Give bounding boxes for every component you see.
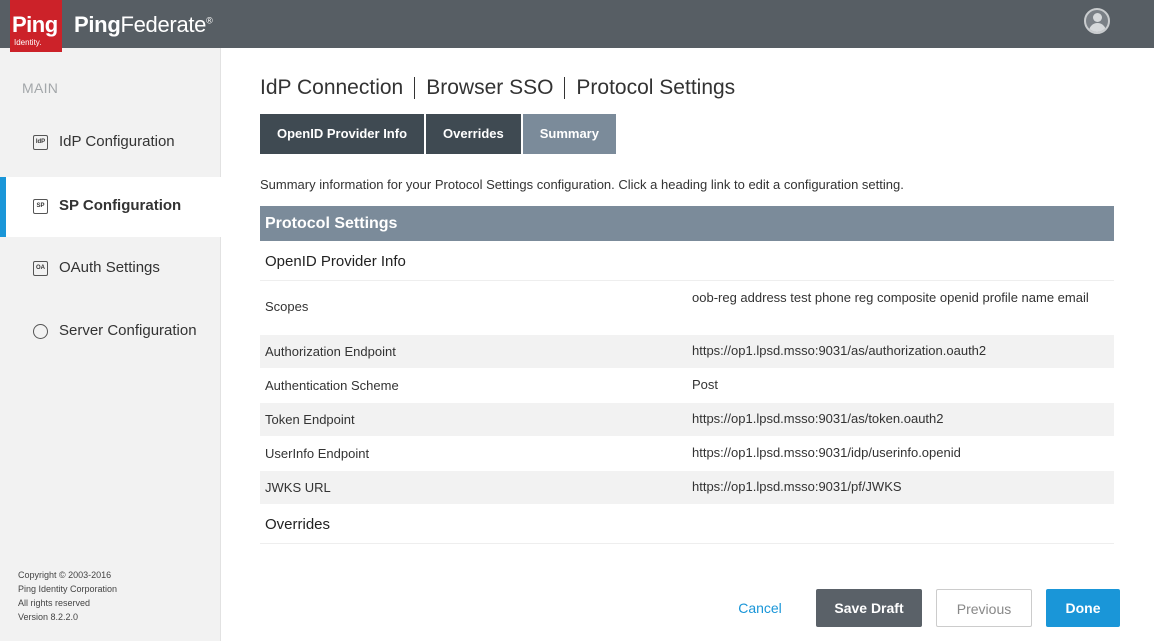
logo-identity-text: Identity. — [14, 38, 42, 47]
done-button[interactable]: Done — [1046, 589, 1120, 627]
table-row: Scopes oob-reg address test phone reg co… — [260, 282, 1114, 334]
row-value: Post — [692, 377, 719, 392]
row-value: https://op1.lpsd.msso:9031/pf/JWKS — [692, 479, 902, 494]
tab-summary[interactable]: Summary — [522, 114, 616, 154]
sidebar-item-label: OAuth Settings — [59, 259, 160, 276]
brand-ping: Ping — [74, 12, 121, 37]
previous-button[interactable]: Previous — [936, 589, 1032, 627]
idp-icon: IdP — [33, 135, 48, 150]
brand-mark: ® — [206, 15, 213, 26]
footer-version: Version 8.2.2.0 — [18, 612, 79, 622]
breadcrumb-separator — [414, 77, 416, 99]
page-title-breadcrumb: IdP Connection Browser SSO Protocol Sett… — [260, 76, 735, 100]
sidebar: MAIN IdP IdP Configuration SP SP Configu… — [0, 48, 231, 641]
row-key: UserInfo Endpoint — [265, 446, 370, 461]
avatar-body — [1089, 23, 1106, 32]
row-key: Scopes — [265, 299, 309, 314]
tab-openid-provider-info[interactable]: OpenID Provider Info — [260, 114, 425, 154]
tab-overrides[interactable]: Overrides — [426, 114, 521, 154]
save-draft-button[interactable]: Save Draft — [816, 589, 922, 627]
row-key: Authorization Endpoint — [265, 344, 396, 359]
product-name: PingFederate® — [74, 12, 213, 38]
intro-text: Summary information for your Protocol Se… — [260, 177, 904, 192]
sp-icon: SP — [33, 199, 48, 214]
table-row: JWKS URL https://op1.lpsd.msso:9031/pf/J… — [260, 471, 1114, 504]
sidebar-section-label: MAIN — [22, 80, 59, 96]
logo-ping-text: Ping — [12, 12, 58, 37]
oauth-icon: OA — [33, 261, 48, 276]
breadcrumb-protocol-settings: Protocol Settings — [576, 76, 736, 99]
group-openid-provider-info-link[interactable]: OpenID Provider Info — [260, 243, 1114, 281]
footer-copyright: Copyright © 2003-2016 — [18, 570, 112, 580]
table-row: Authentication Scheme Post — [260, 369, 1114, 402]
row-value: https://op1.lpsd.msso:9031/idp/userinfo.… — [692, 445, 961, 460]
section-protocol-settings: Protocol Settings — [260, 206, 1114, 241]
avatar-head — [1093, 13, 1102, 22]
row-value: https://op1.lpsd.msso:9031/as/token.oaut… — [692, 411, 944, 426]
sidebar-item-label: Server Configuration — [59, 322, 197, 339]
row-key: Authentication Scheme — [265, 378, 399, 393]
row-key: Token Endpoint — [265, 412, 355, 427]
breadcrumb-idp-connection: IdP Connection — [260, 76, 404, 99]
user-avatar-icon[interactable] — [1084, 8, 1110, 34]
table-row: UserInfo Endpoint https://op1.lpsd.msso:… — [260, 437, 1114, 470]
table-row: Token Endpoint https://op1.lpsd.msso:903… — [260, 403, 1114, 436]
breadcrumb-separator — [564, 77, 566, 99]
row-key: JWKS URL — [265, 480, 331, 495]
sidebar-item-oauth-settings[interactable]: OA OAuth Settings — [0, 239, 221, 299]
top-bar: Ping Identity. PingFederate® — [0, 0, 1154, 52]
table-row: Authorization Endpoint https://op1.lpsd.… — [260, 335, 1114, 368]
sidebar-footer: Copyright © 2003-2016 Ping Identity Corp… — [18, 568, 117, 624]
breadcrumb-browser-sso: Browser SSO — [426, 76, 554, 99]
row-value: https://op1.lpsd.msso:9031/as/authorizat… — [692, 343, 987, 358]
cancel-button[interactable]: Cancel — [730, 589, 790, 627]
ping-identity-logo[interactable]: Ping Identity. — [10, 0, 62, 52]
footer-rights: All rights reserved — [18, 598, 91, 608]
row-value: oob-reg address test phone reg composite… — [692, 290, 1089, 305]
footer-company: Ping Identity Corporation — [18, 584, 118, 594]
sidebar-item-label: IdP Configuration — [59, 133, 175, 150]
sidebar-item-sp-configuration[interactable]: SP SP Configuration — [0, 177, 231, 237]
tab-bar: OpenID Provider Info Overrides Summary — [260, 114, 618, 154]
group-overrides-link[interactable]: Overrides — [260, 506, 1114, 544]
brand-federate: Federate — [120, 12, 207, 37]
sidebar-item-label: SP Configuration — [59, 197, 182, 214]
sidebar-item-idp-configuration[interactable]: IdP IdP Configuration — [0, 113, 221, 173]
server-icon — [33, 324, 48, 339]
sidebar-item-server-configuration[interactable]: Server Configuration — [0, 302, 221, 362]
